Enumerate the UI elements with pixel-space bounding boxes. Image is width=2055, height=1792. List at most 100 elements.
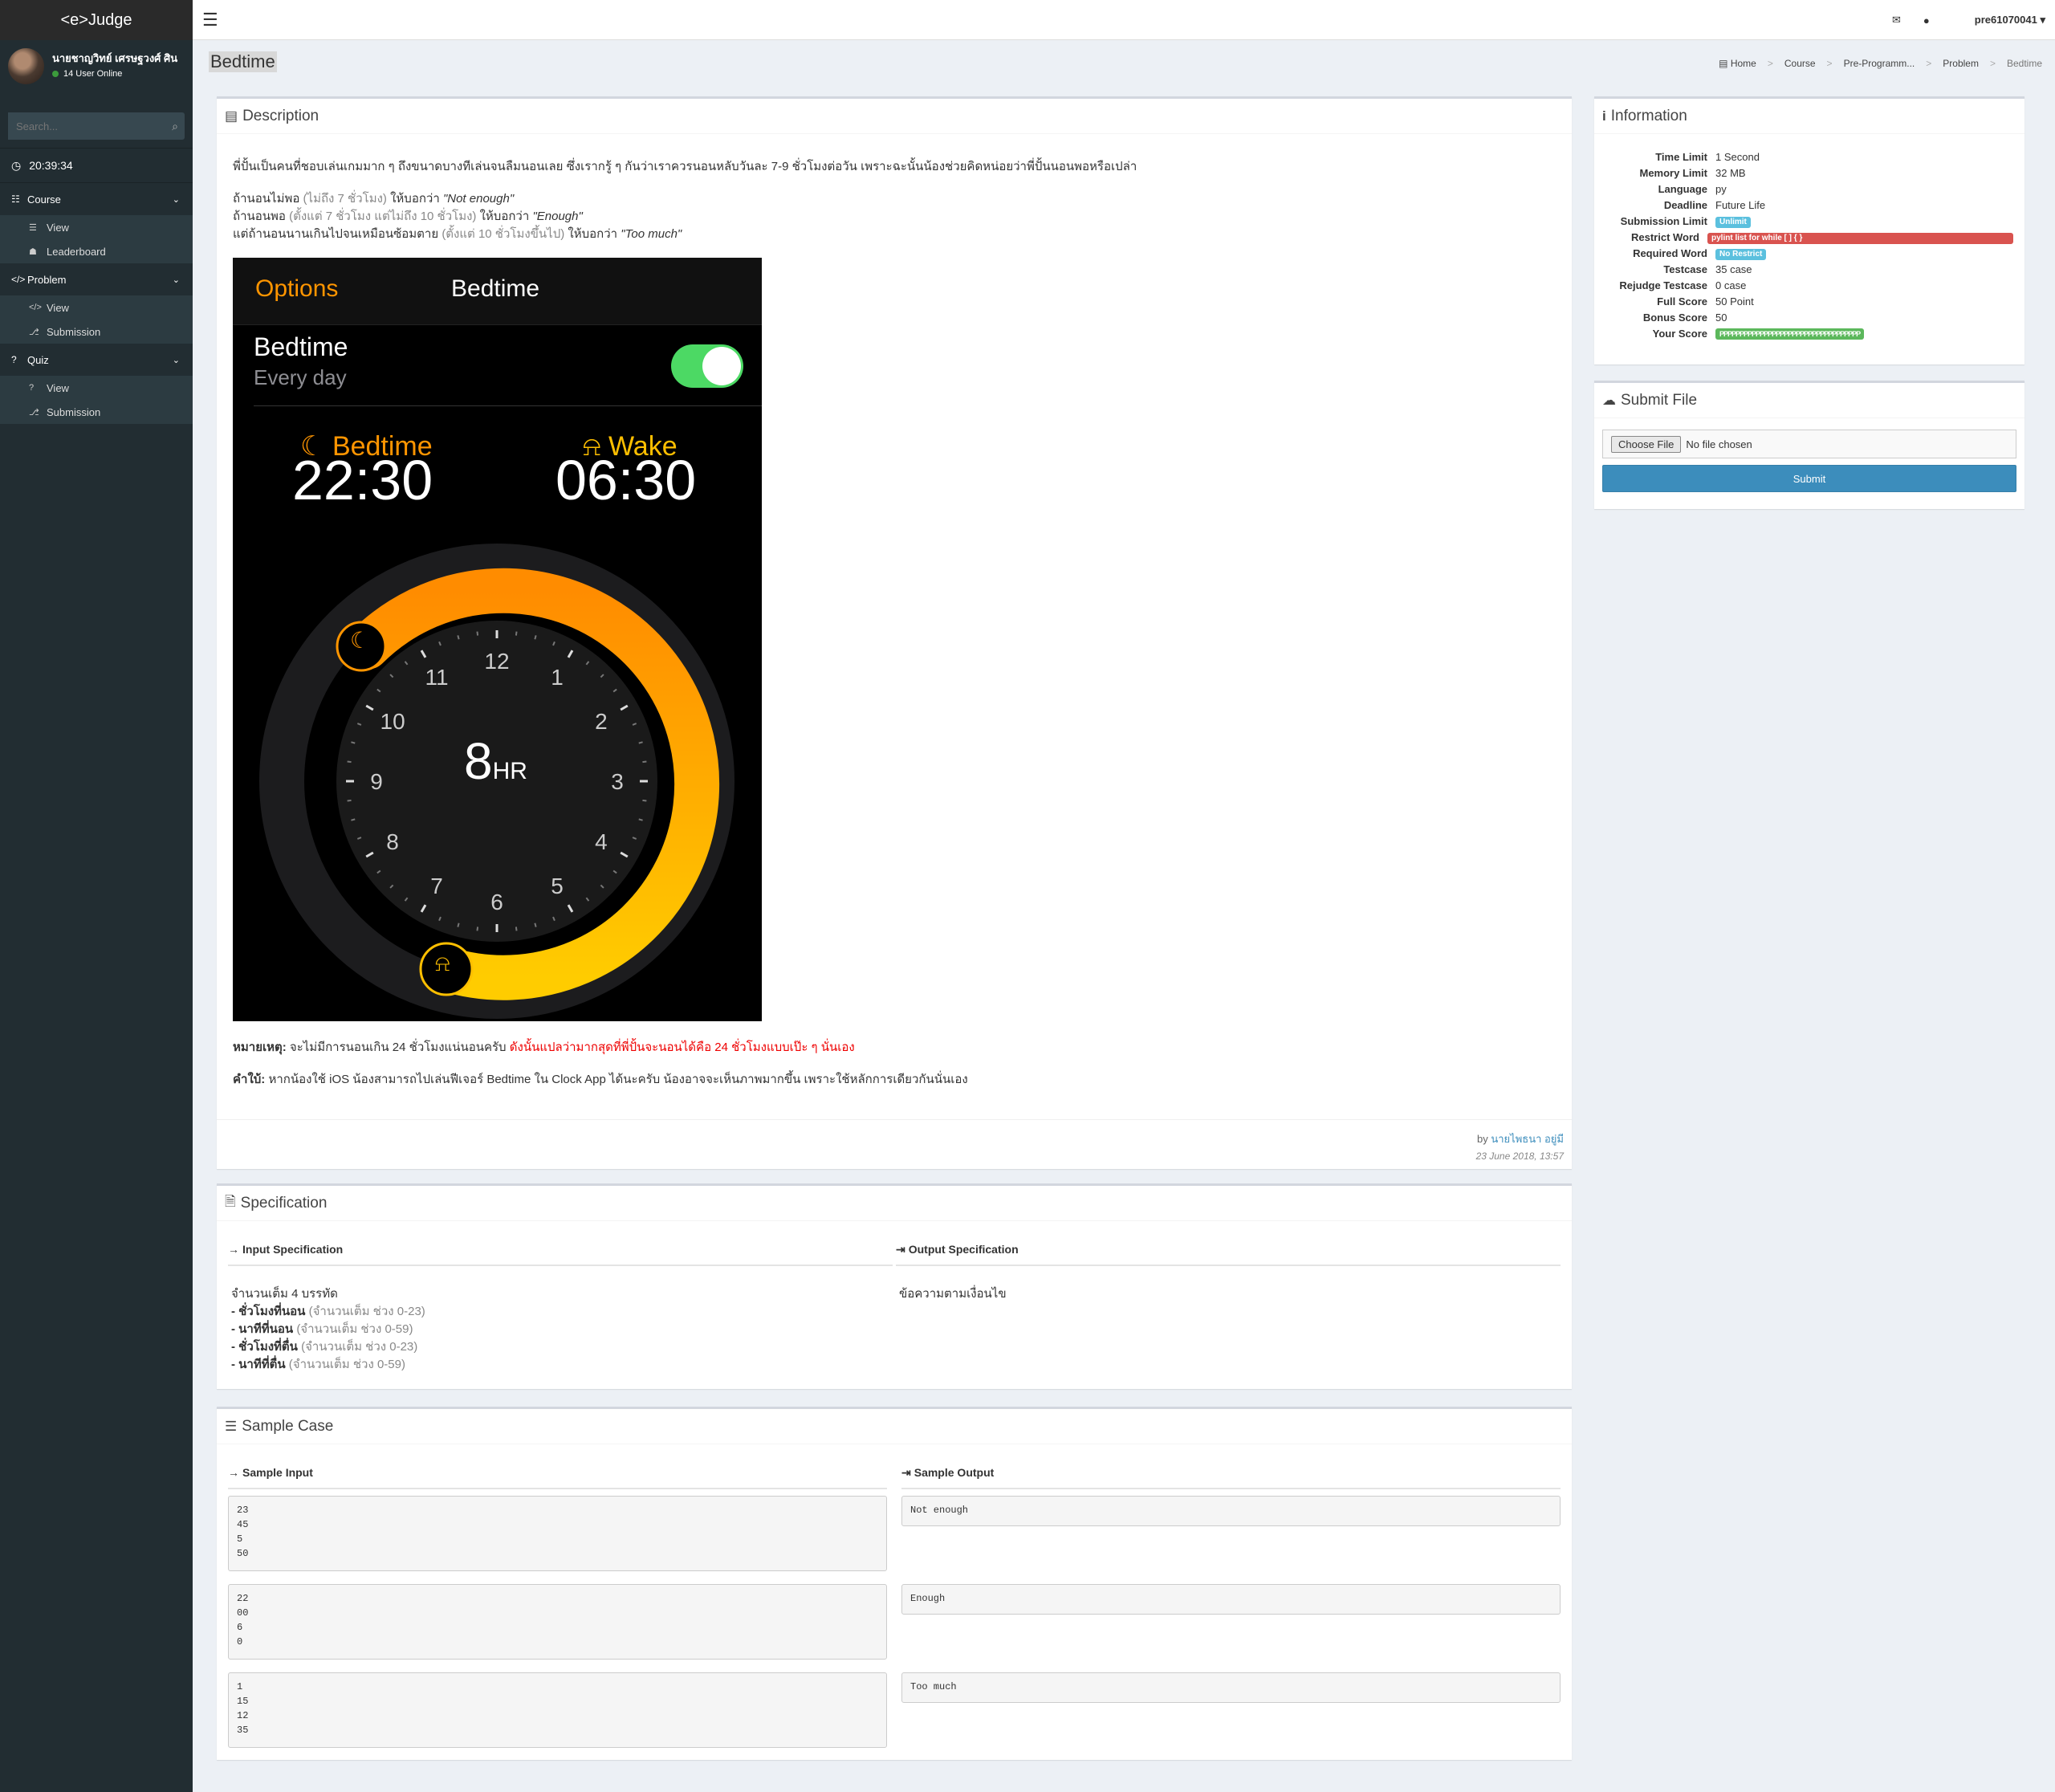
branch-icon: ⎇ [29, 407, 39, 417]
dial-tick [515, 927, 518, 931]
info-key: Deadline [1663, 198, 1707, 211]
breadcrumb-home[interactable]: ▤ Home [1719, 58, 1756, 69]
input-spec-item: - นาทีที่ตื่น (จำนวนเต็ม ช่วง 0-59) [231, 1356, 889, 1374]
rule-range: (ตั้งแต่ 10 ชั่วโมงขึ้นไป) [442, 227, 565, 241]
sample-output-2: Enough [901, 1584, 1561, 1615]
sign-in-icon: → [228, 1466, 239, 1479]
specification-header: 🗎 Specification [217, 1186, 1572, 1221]
branch-icon: ⎇ [29, 327, 39, 337]
chevron-down-icon: ⌄ [172, 355, 180, 365]
hamburger-menu-icon[interactable]: ☰ [202, 10, 218, 31]
input-spec-line: จำนวนเต็ม 4 บรรทัด [231, 1287, 338, 1301]
trophy-icon: ☗ [29, 246, 37, 257]
author-link[interactable]: นายไพธนา อยู่มี [1491, 1133, 1564, 1145]
info-value: 35 case [1715, 263, 1752, 275]
breadcrumb-problem[interactable]: Problem [1943, 58, 1979, 69]
sample-input-1: 23 45 5 50 [228, 1496, 887, 1571]
file-status: No file chosen [1686, 438, 1752, 450]
dial-tick [347, 799, 352, 802]
sign-in-icon: → [228, 1243, 239, 1256]
rule-range: (ตั้งแต่ 7 ชั่วโมง แต่ไม่ถึง 10 ชั่วโมง) [289, 210, 477, 223]
info-value: 32 MB [1715, 166, 1746, 179]
submit-button[interactable]: Submit [1602, 465, 2016, 492]
sign-out-icon: ⇥ [896, 1242, 905, 1256]
breadcrumb-course[interactable]: Course [1784, 58, 1816, 69]
page-title: Bedtime [209, 51, 277, 72]
item-range: (จำนวนเต็ม ช่วง 0-23) [308, 1305, 425, 1318]
avatar [8, 48, 44, 84]
nav-course[interactable]: ☷ Course ⌄ [0, 183, 193, 215]
search-input[interactable] [8, 112, 165, 140]
nav-quiz[interactable]: ? Quiz ⌄ [0, 344, 193, 376]
sample-input-heading: Sample Input [242, 1466, 313, 1479]
sample-output-3: Too much [901, 1672, 1561, 1703]
note-highlight: ดังนั้นแปลว่ามากสุดที่พี่ปั้นจะนอนได้คือ… [509, 1041, 855, 1054]
output-spec-header: ⇥ Output Specification [896, 1234, 1561, 1266]
dial-tick [642, 760, 647, 764]
dial-tick [515, 631, 518, 636]
information-heading: Information [1610, 107, 1687, 124]
online-status: 14 User Online [52, 69, 181, 79]
dial-number: 6 [490, 890, 503, 914]
info-key: Full Score [1657, 295, 1707, 307]
breadcrumb-preprogramming[interactable]: Pre-Programm... [1844, 58, 1915, 69]
dial-tick [351, 818, 356, 821]
sign-out-icon: ⇥ [901, 1465, 911, 1479]
info-row: Time Limit 1 Second [1605, 149, 2013, 165]
dial-number: 3 [611, 769, 624, 794]
nav-quiz-submission[interactable]: ⎇ Submission [0, 400, 193, 424]
dial-number: 4 [595, 829, 608, 854]
online-count: 14 User Online [63, 69, 123, 79]
nav-course-label: Course [27, 193, 61, 206]
note-label: หมายเหตุ: [233, 1041, 287, 1054]
nav-problem-view[interactable]: </> View [0, 295, 193, 320]
duration-unit: HR [492, 758, 527, 784]
online-dot-icon [52, 71, 59, 77]
item-name: - ชั่วโมงที่ตื่น [231, 1340, 298, 1354]
globe-icon[interactable]: ● [1923, 14, 1930, 26]
dial-tick [476, 631, 479, 636]
sample-input-2: 22 00 6 0 [228, 1584, 887, 1660]
description-heading: Description [242, 107, 319, 124]
info-value: py [1715, 182, 1727, 195]
file-input[interactable]: Choose File No file chosen [1602, 430, 2016, 458]
nav-problem[interactable]: </> Problem ⌄ [0, 263, 193, 295]
info-row: Deadline Future Life [1605, 197, 2013, 213]
mail-icon[interactable]: ✉ [1892, 14, 1901, 26]
item-name: - นาทีที่ตื่น [231, 1358, 286, 1371]
dashboard-icon: ☷ [11, 193, 20, 205]
rule-text: แต่ถ้านอนนานเกินไปจนเหมือนซ้อมตาย [233, 227, 439, 241]
nav-item-label: Submission [47, 405, 101, 418]
clock-time: 20:39:34 [29, 159, 73, 172]
info-row: Bonus Score 50 [1605, 309, 2013, 325]
info-key: Bonus Score [1642, 311, 1707, 324]
info-value: 50 Point [1715, 295, 1754, 307]
rule-text: ให้บอกว่า [390, 192, 440, 206]
info-value: 1 Second [1715, 150, 1760, 163]
info-row: Submission Limit Unlimit [1605, 213, 2013, 229]
nav-problem-submission[interactable]: ⎇ Submission [0, 320, 193, 344]
description-intro: พี่ปั้นเป็นคนที่ชอบเล่นเกมมาก ๆ ถึงขนาดบ… [233, 160, 1137, 173]
search-icon[interactable]: ⌕ [165, 112, 185, 140]
nav-quiz-view[interactable]: ? View [0, 376, 193, 400]
nav-course-view[interactable]: ☰ View [0, 215, 193, 239]
info-value: 50 [1715, 311, 1727, 324]
dial-number: 5 [551, 874, 564, 898]
rule-output: "Not enough" [442, 192, 515, 206]
choose-file-button[interactable]: Choose File [1611, 435, 1682, 453]
user-panel: นายชาญวิทย์ เศรษฐวงศ์ ศิน 14 User Online [0, 40, 193, 109]
app-logo[interactable]: <e>Judge [0, 0, 193, 40]
nav-course-leaderboard[interactable]: ☗ Leaderboard [0, 239, 193, 263]
dial-tick [638, 818, 643, 821]
item-name: - ชั่วโมงที่นอน [231, 1305, 306, 1318]
info-row: Full Score 50 Point [1605, 293, 2013, 309]
specification-heading: Specification [240, 1194, 328, 1212]
search-box: ⌕ [8, 112, 185, 140]
sidebar: <e>Judge นายชาญวิทย์ เศรษฐวงศ์ ศิน 14 Us… [0, 0, 193, 1792]
rule-text: ถ้านอนไม่พอ [233, 192, 300, 206]
user-menu[interactable]: pre61070041 ▾ [1952, 14, 2045, 26]
info-key: Time Limit [1655, 150, 1707, 163]
submit-file-box: ☁ Submit File Choose File No file chosen S… [1594, 381, 2024, 509]
input-spec-content: จำนวนเต็ม 4 บรรทัด - ชั่วโมงที่นอน (จำนว… [228, 1266, 893, 1393]
info-icon: i [1602, 108, 1606, 124]
